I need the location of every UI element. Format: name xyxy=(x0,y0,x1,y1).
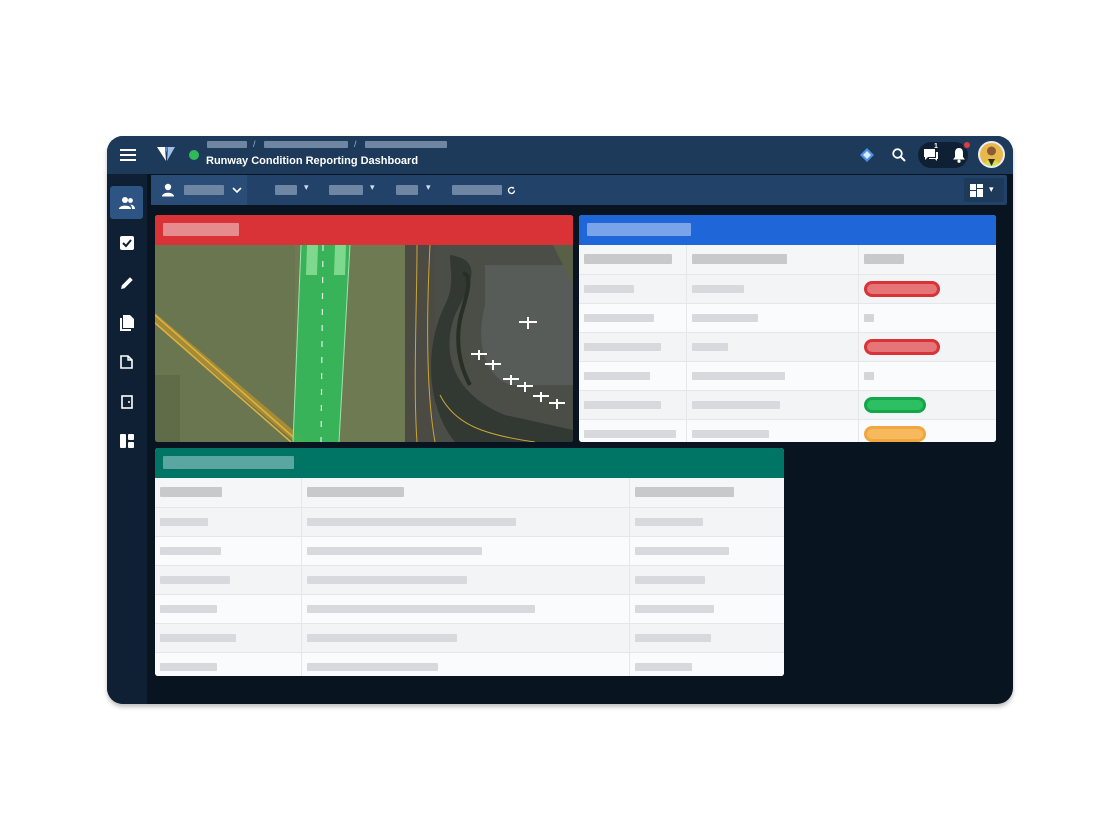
sidebar-item-documents[interactable] xyxy=(110,306,143,339)
sidebar-item-edit[interactable] xyxy=(110,266,143,299)
page-title: Runway Condition Reporting Dashboard xyxy=(206,155,419,167)
caret-down-icon: ▾ xyxy=(989,184,994,194)
panel-title xyxy=(587,223,691,236)
panel-header xyxy=(579,215,996,245)
column-header[interactable] xyxy=(155,478,302,508)
panel-title xyxy=(163,223,239,236)
panel-header xyxy=(155,215,573,245)
notification-dot xyxy=(963,141,971,149)
column-header[interactable] xyxy=(686,245,859,275)
table-row[interactable] xyxy=(579,274,996,304)
table-row[interactable] xyxy=(155,536,784,566)
refresh-label[interactable] xyxy=(452,185,502,195)
runway-detail-panel xyxy=(155,448,784,676)
door-icon xyxy=(120,394,133,409)
table-row[interactable] xyxy=(579,419,996,442)
sidebar-item-exit[interactable] xyxy=(110,385,143,418)
column-header[interactable] xyxy=(579,245,687,275)
note-icon xyxy=(120,354,133,369)
breadcrumb-separator: / xyxy=(354,139,357,149)
status-table xyxy=(579,245,996,442)
dashboard-icon xyxy=(119,433,134,448)
table-row[interactable] xyxy=(579,390,996,420)
chevron-down-icon xyxy=(232,187,242,194)
table-row[interactable] xyxy=(155,623,784,653)
table-row[interactable] xyxy=(155,652,784,676)
pencil-icon xyxy=(120,276,133,289)
layout-switcher[interactable]: ▾ xyxy=(964,178,1004,202)
diamond-icon[interactable] xyxy=(859,147,875,163)
table-row[interactable] xyxy=(155,507,784,537)
search-icon[interactable] xyxy=(890,146,908,164)
status-empty xyxy=(863,371,874,380)
checkbox-icon xyxy=(119,235,134,250)
table-row[interactable] xyxy=(155,565,784,595)
detail-table xyxy=(155,478,784,676)
column-header[interactable] xyxy=(858,245,996,275)
table-row[interactable] xyxy=(155,594,784,624)
table-row[interactable] xyxy=(579,361,996,391)
breadcrumb-item-1[interactable] xyxy=(207,141,247,148)
status-empty xyxy=(863,313,874,322)
filter-dropdown-1[interactable] xyxy=(275,185,297,195)
breadcrumb-item-3[interactable] xyxy=(365,141,447,148)
avatar[interactable] xyxy=(978,141,1005,168)
column-header[interactable] xyxy=(301,478,630,508)
hamburger-icon[interactable] xyxy=(117,145,139,165)
status-pill-red xyxy=(863,338,940,355)
runway-map-panel xyxy=(155,215,573,442)
user-selector-label xyxy=(184,185,224,195)
app-window: / / Runway Condition Reporting Dashboard… xyxy=(107,136,1013,704)
sidebar-item-dashboard[interactable] xyxy=(110,424,143,457)
caret-down-icon: ▾ xyxy=(304,182,309,192)
panel-header xyxy=(155,448,784,478)
top-bar: / / Runway Condition Reporting Dashboard… xyxy=(107,136,1013,174)
table-row[interactable] xyxy=(579,332,996,362)
documents-icon xyxy=(119,314,134,331)
filter-dropdown-3[interactable] xyxy=(396,185,418,195)
sidebar-item-note[interactable] xyxy=(110,345,143,378)
refresh-icon[interactable] xyxy=(507,186,516,195)
filter-toolbar: ▾ ▾ ▾ ▾ xyxy=(151,175,1007,205)
user-icon xyxy=(162,183,174,197)
runway-status-panel xyxy=(579,215,996,442)
table-header-row xyxy=(579,245,996,275)
status-pill-green xyxy=(863,396,926,413)
runway-map[interactable] xyxy=(155,245,573,442)
shield-logo-icon[interactable] xyxy=(155,145,177,165)
user-selector[interactable] xyxy=(151,175,247,205)
caret-down-icon: ▾ xyxy=(370,182,375,192)
table-row[interactable] xyxy=(579,303,996,333)
column-header[interactable] xyxy=(629,478,784,508)
status-pill-orange xyxy=(863,425,926,442)
layout-grid-icon xyxy=(970,184,983,197)
status-indicator xyxy=(189,150,199,160)
users-icon xyxy=(118,196,135,209)
filter-dropdown-2[interactable] xyxy=(329,185,363,195)
messages-count-badge: 1 xyxy=(934,143,938,150)
sidebar-item-tasks[interactable] xyxy=(110,226,143,259)
caret-down-icon: ▾ xyxy=(426,182,431,192)
panel-title xyxy=(163,456,294,469)
breadcrumb-separator: / xyxy=(253,139,256,149)
status-pill-red xyxy=(863,280,940,297)
table-header-row xyxy=(155,478,784,508)
left-sidebar xyxy=(107,174,147,704)
sidebar-item-users[interactable] xyxy=(110,186,143,219)
breadcrumb-item-2[interactable] xyxy=(264,141,348,148)
